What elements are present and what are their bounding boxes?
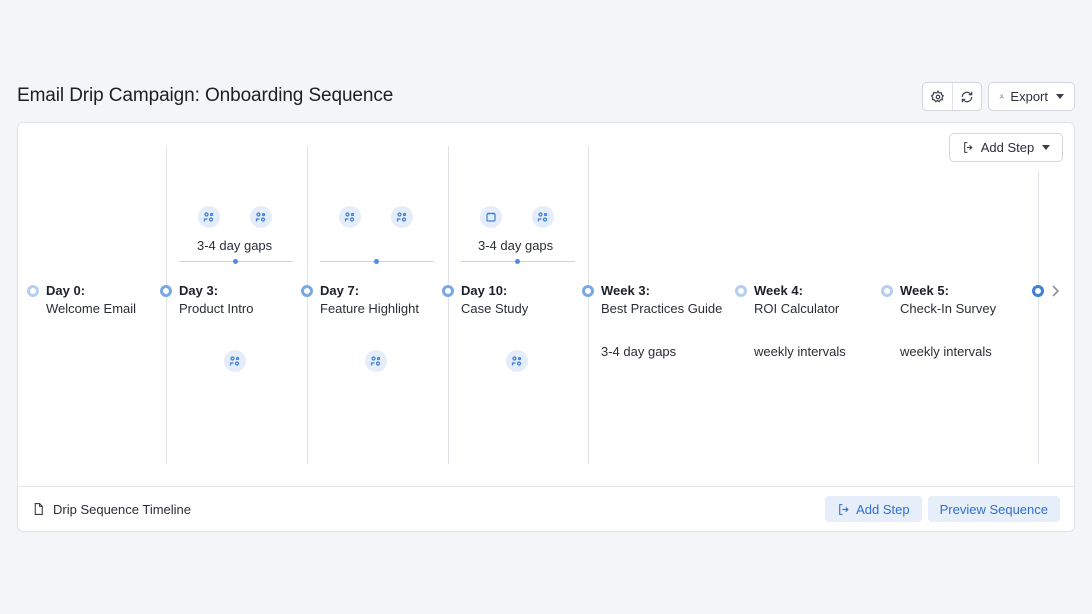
users-settings-icon <box>229 356 240 366</box>
column-divider <box>307 146 308 464</box>
users-settings-icon <box>511 356 522 366</box>
footer-actions: Add Step Preview Sequence <box>825 496 1060 522</box>
step-subtitle: ROI Calculator <box>754 301 840 316</box>
settings-button[interactable] <box>923 83 952 110</box>
step-title: Week 3: <box>601 283 650 298</box>
users-settings-icon <box>537 212 548 222</box>
timeline-node[interactable] <box>301 285 313 297</box>
timeline-panel: Add Step 3-4 day gaps 3-4 day gaps Day 0… <box>17 122 1075 532</box>
step-subtitle: Feature Highlight <box>320 301 419 316</box>
add-step-dropdown-button[interactable]: Add Step <box>949 133 1063 162</box>
user-icon <box>999 94 1004 99</box>
gap-label: 3-4 day gaps <box>197 238 273 253</box>
caret-down-icon <box>1042 145 1051 150</box>
timeline-node[interactable] <box>160 285 172 297</box>
footer-label: Drip Sequence Timeline <box>32 502 191 517</box>
export-label: Export <box>1010 89 1048 104</box>
step-title: Week 4: <box>754 283 803 298</box>
step-subtitle: Welcome Email <box>46 301 137 316</box>
step-title: Day 0: <box>46 283 86 298</box>
preview-sequence-button[interactable]: Preview Sequence <box>927 496 1060 522</box>
step-title: Day 3: <box>179 283 219 298</box>
export-button[interactable]: Export <box>988 82 1075 111</box>
step-icon-badge[interactable] <box>506 350 528 372</box>
step-subtitle: Check-In Survey <box>900 301 997 316</box>
column-divider <box>166 146 167 464</box>
column-divider <box>1038 171 1039 464</box>
column-divider <box>448 146 449 464</box>
step-subtitle: Product Intro <box>179 301 254 316</box>
refresh-icon <box>961 91 973 102</box>
log-in-icon <box>963 142 973 153</box>
step-icon-badge[interactable] <box>339 206 361 228</box>
step-title: Week 5: <box>900 283 949 298</box>
page-title: Email Drip Campaign: Onboarding Sequence <box>17 85 394 106</box>
step-icon-badge[interactable] <box>250 206 272 228</box>
timeline-node-active[interactable] <box>1032 285 1044 297</box>
timeline-node[interactable] <box>442 285 454 297</box>
timeline-node[interactable] <box>881 285 893 297</box>
gear-icon <box>930 89 944 102</box>
step-icon-badge[interactable] <box>480 206 502 228</box>
users-settings-icon <box>255 212 266 222</box>
icon-button-group <box>922 82 982 111</box>
step-title: Day 10: <box>461 283 508 298</box>
step-subtitle: Best Practices Guide <box>601 301 723 316</box>
document-icon <box>34 503 43 515</box>
step-icon-badge[interactable] <box>391 206 413 228</box>
gap-connector-dot <box>233 259 238 264</box>
top-toolbar: Export <box>922 82 1075 111</box>
gap-connector-dot <box>374 259 379 264</box>
step-subtitle: Case Study <box>461 301 529 316</box>
panel-footer: Drip Sequence Timeline Add Step Preview … <box>18 486 1074 531</box>
caret-down-icon <box>1056 94 1064 99</box>
column-divider <box>588 146 589 464</box>
footer-label-text: Drip Sequence Timeline <box>53 501 192 517</box>
log-out-icon <box>839 503 849 515</box>
timeline-node[interactable] <box>582 285 594 297</box>
add-step-label: Add Step <box>856 501 910 517</box>
step-icon-badge[interactable] <box>365 350 387 372</box>
users-settings-icon <box>344 212 355 222</box>
preview-sequence-label: Preview Sequence <box>939 501 1048 517</box>
timeline-node[interactable] <box>27 285 39 297</box>
refresh-button[interactable] <box>952 83 981 110</box>
users-settings-icon <box>203 212 214 222</box>
gap-connector-dot <box>515 259 520 264</box>
step-icon-badge[interactable] <box>224 350 246 372</box>
users-settings-icon <box>396 212 407 222</box>
step-title: Day 7: <box>320 283 360 298</box>
timeline-node[interactable] <box>735 285 747 297</box>
chevron-right-icon[interactable] <box>1050 285 1060 297</box>
add-step-label: Add Step <box>980 140 1035 155</box>
step-note: weekly intervals <box>900 344 992 359</box>
add-step-button[interactable]: Add Step <box>825 496 922 522</box>
step-note: 3-4 day gaps <box>601 344 677 359</box>
step-icon-badge[interactable] <box>532 206 554 228</box>
users-settings-icon <box>370 356 381 366</box>
calendar-icon <box>486 212 496 222</box>
step-note: weekly intervals <box>754 344 846 359</box>
step-icon-badge[interactable] <box>198 206 220 228</box>
gap-label: 3-4 day gaps <box>478 238 554 253</box>
